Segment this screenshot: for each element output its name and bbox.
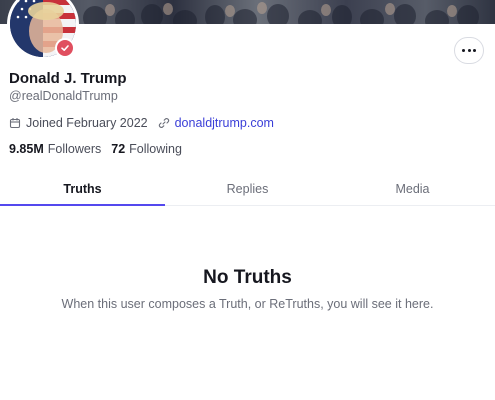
tab-label: Media xyxy=(395,182,430,196)
tab-replies[interactable]: Replies xyxy=(165,175,330,205)
profile-meta-row: Joined February 2022 donaldjtrump.com xyxy=(9,116,274,130)
following-label: Following xyxy=(129,142,182,156)
following-count: 72 xyxy=(111,142,126,156)
following-link[interactable]: 72 Following xyxy=(111,142,182,156)
empty-state-message: When this user composes a Truth, or ReTr… xyxy=(61,297,434,311)
verified-badge-icon xyxy=(55,38,75,58)
calendar-icon xyxy=(9,117,21,129)
website-link[interactable]: donaldjtrump.com xyxy=(175,116,274,130)
more-options-icon xyxy=(461,49,477,52)
tab-media[interactable]: Media xyxy=(330,175,495,205)
link-icon xyxy=(158,117,170,129)
followers-link[interactable]: 9.85M Followers xyxy=(9,142,101,156)
more-options-button[interactable] xyxy=(454,37,484,64)
joined-date: Joined February 2022 xyxy=(26,116,148,130)
profile-handle: @realDonaldTrump xyxy=(9,89,118,103)
tab-label: Replies xyxy=(226,182,269,196)
profile-display-name: Donald J. Trump xyxy=(9,70,127,87)
tab-truths[interactable]: Truths xyxy=(0,175,165,206)
profile-page: Donald J. Trump @realDonaldTrump Joined … xyxy=(0,0,495,400)
followers-count: 9.85M xyxy=(9,142,44,156)
empty-state-title: No Truths xyxy=(203,267,292,288)
followers-label: Followers xyxy=(47,142,102,156)
profile-tabs: Truths Replies Media xyxy=(0,175,495,206)
profile-stats: 9.85M Followers 72 Following xyxy=(9,142,182,156)
tab-label: Truths xyxy=(63,182,102,196)
